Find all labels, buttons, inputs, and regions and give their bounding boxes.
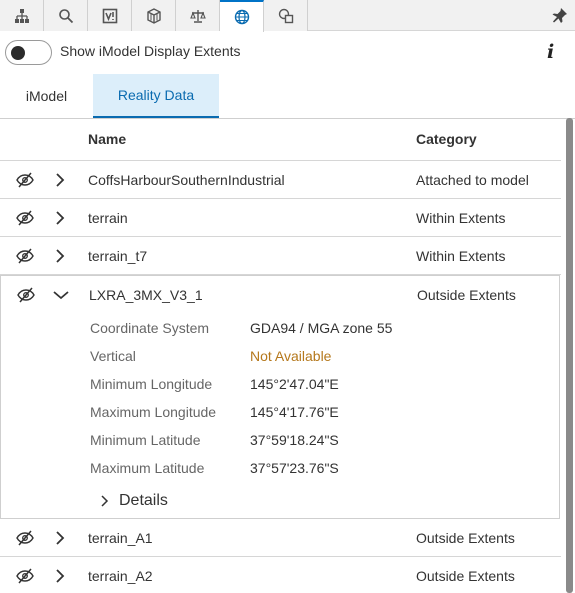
- properties-icon: [102, 8, 117, 23]
- detail-max-latitude: Maximum Latitude 37°57'23.76"S: [90, 460, 510, 480]
- visibility-hidden-icon[interactable]: [17, 287, 35, 303]
- chevron-right-icon[interactable]: [52, 210, 68, 226]
- row-name: CoffsHarbourSouthernIndustrial: [88, 172, 285, 188]
- visibility-hidden-icon[interactable]: [16, 568, 34, 584]
- chevron-right-icon: [101, 495, 109, 507]
- visibility-hidden-icon[interactable]: [16, 530, 34, 546]
- detail-value: 145°4'17.76"E: [250, 404, 339, 420]
- detail-label: Minimum Latitude: [90, 432, 201, 448]
- pin-icon: [552, 8, 567, 23]
- info-icon[interactable]: i: [547, 41, 554, 63]
- row-category: Outside Extents: [416, 530, 515, 546]
- display-extents-label: Show iModel Display Extents: [60, 43, 241, 59]
- details-expander[interactable]: Details: [99, 492, 168, 510]
- tab-search[interactable]: [44, 0, 88, 31]
- detail-value: GDA94 / MGA zone 55: [250, 320, 393, 336]
- detail-label: Maximum Latitude: [90, 460, 205, 476]
- chevron-right-icon[interactable]: [52, 530, 68, 546]
- tab-shapes[interactable]: [264, 0, 308, 31]
- tab-reality-data-list[interactable]: Reality Data: [93, 74, 219, 118]
- search-icon: [58, 8, 73, 23]
- detail-value: Not Available: [250, 348, 332, 364]
- detail-label: Maximum Longitude: [90, 404, 217, 420]
- detail-label: Vertical: [90, 348, 136, 364]
- tab-hierarchy[interactable]: [0, 0, 44, 31]
- balance-icon: [189, 9, 206, 23]
- table-row[interactable]: terrain_t7 Within Extents: [0, 237, 561, 275]
- display-extents-row: Show iModel Display Extents i: [0, 37, 575, 67]
- row-name: terrain_A1: [88, 530, 153, 546]
- visibility-hidden-icon[interactable]: [16, 172, 34, 188]
- view-tabs: iModel Reality Data: [0, 74, 575, 118]
- table-row[interactable]: terrain_A2 Outside Extents: [0, 557, 561, 593]
- detail-label: Minimum Longitude: [90, 376, 213, 392]
- tab-reality-data[interactable]: [220, 0, 264, 32]
- cube-icon: [146, 7, 161, 24]
- detail-min-latitude: Minimum Latitude 37°59'18.24"S: [90, 432, 510, 452]
- row-name: terrain_t7: [88, 248, 148, 264]
- details-label: Details: [119, 492, 168, 509]
- detail-max-longitude: Maximum Longitude 145°4'17.76"E: [90, 404, 510, 424]
- tab-balance[interactable]: [176, 0, 220, 31]
- toggle-knob: [11, 46, 25, 60]
- table-row[interactable]: terrain Within Extents: [0, 199, 561, 237]
- detail-value: 37°57'23.76"S: [250, 460, 339, 476]
- visibility-hidden-icon[interactable]: [16, 248, 34, 264]
- chevron-right-icon[interactable]: [52, 568, 68, 584]
- table-row[interactable]: CoffsHarbourSouthernIndustrial Attached …: [0, 161, 561, 199]
- column-header-category[interactable]: Category: [416, 131, 477, 147]
- visibility-hidden-icon[interactable]: [16, 210, 34, 226]
- table-row[interactable]: LXRA_3MX_V3_1 Outside Extents: [1, 276, 559, 314]
- vertical-scrollbar[interactable]: [566, 118, 573, 593]
- row-category: Within Extents: [416, 210, 506, 226]
- hierarchy-icon: [14, 8, 29, 23]
- tab-imodel[interactable]: iModel: [0, 74, 93, 118]
- expanded-row: LXRA_3MX_V3_1 Outside Extents Coordinate…: [0, 275, 560, 519]
- row-category: Attached to model: [416, 172, 529, 188]
- row-name: terrain: [88, 210, 128, 226]
- detail-value: 37°59'18.24"S: [250, 432, 339, 448]
- detail-vertical: Vertical Not Available: [90, 348, 510, 368]
- column-header-name[interactable]: Name: [88, 131, 126, 147]
- chevron-right-icon[interactable]: [52, 172, 68, 188]
- row-category: Within Extents: [416, 248, 506, 264]
- tab-models[interactable]: [132, 0, 176, 31]
- reality-data-table: Name Category CoffsHarbourSouthernIndust…: [0, 118, 575, 593]
- detail-coordinate-system: Coordinate System GDA94 / MGA zone 55: [90, 320, 510, 340]
- pin-button[interactable]: [551, 6, 569, 24]
- row-name: terrain_A2: [88, 568, 153, 584]
- row-category: Outside Extents: [416, 568, 515, 584]
- globe-icon: [234, 9, 249, 25]
- detail-value: 145°2'47.04"E: [250, 376, 339, 392]
- row-name: LXRA_3MX_V3_1: [89, 287, 203, 303]
- chevron-right-icon[interactable]: [52, 248, 68, 264]
- detail-label: Coordinate System: [90, 320, 210, 336]
- chevron-down-icon[interactable]: [53, 287, 69, 303]
- shapes-icon: [278, 8, 293, 23]
- tool-tab-strip: [0, 0, 575, 32]
- tab-properties[interactable]: [88, 0, 132, 31]
- row-category: Outside Extents: [417, 287, 516, 303]
- table-row[interactable]: terrain_A1 Outside Extents: [0, 519, 561, 557]
- detail-min-longitude: Minimum Longitude 145°2'47.04"E: [90, 376, 510, 396]
- table-header: Name Category: [0, 119, 561, 161]
- display-extents-toggle[interactable]: [5, 40, 52, 65]
